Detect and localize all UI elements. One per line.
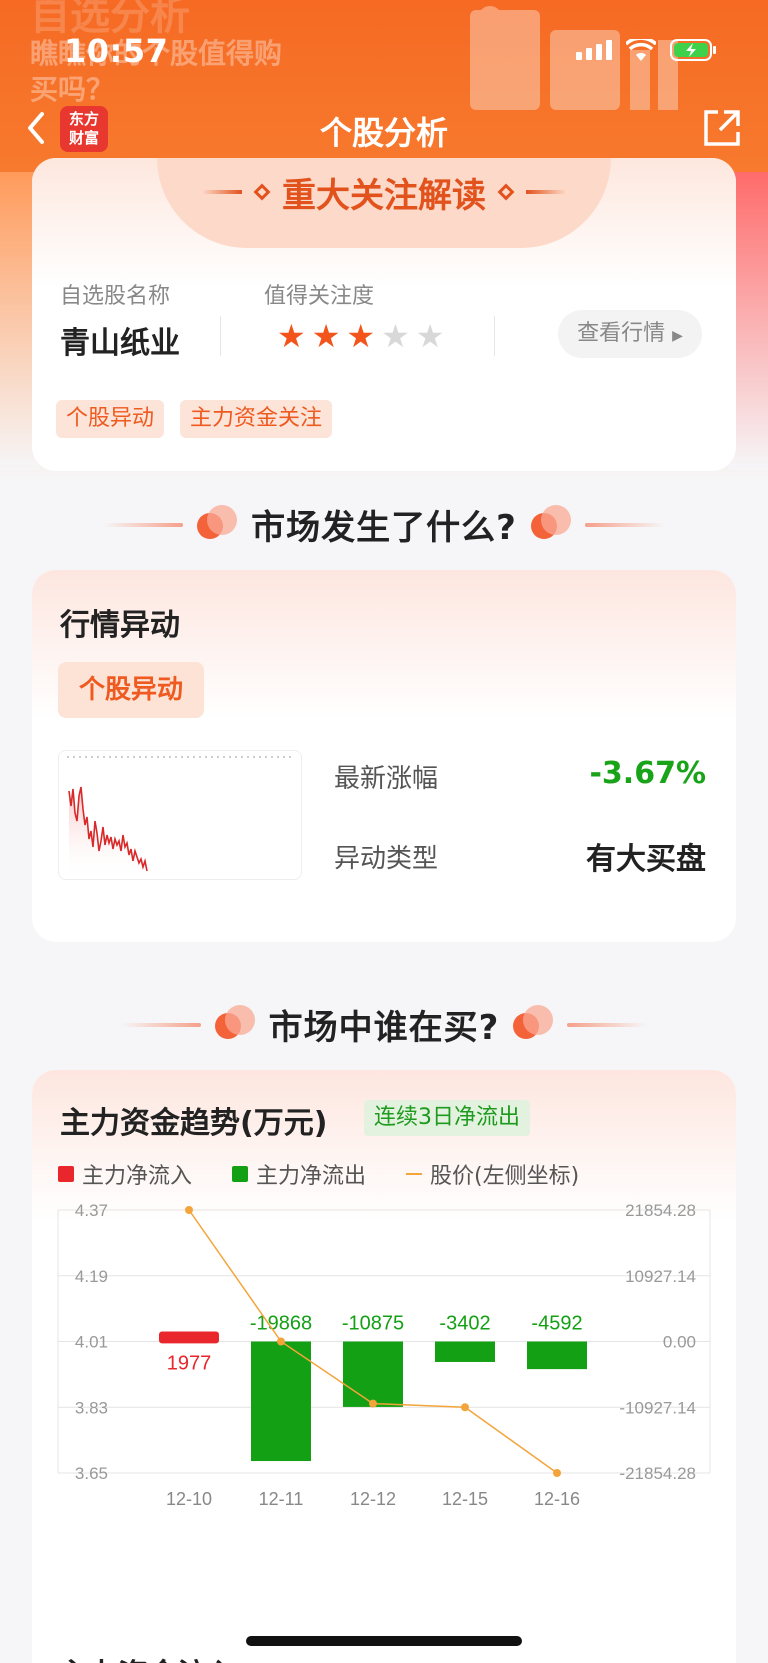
- bar: [343, 1341, 403, 1407]
- right-tick-label: 21854.28: [625, 1201, 696, 1220]
- right-tick-label: 0.00: [663, 1333, 696, 1352]
- movement-card: 行情异动 个股异动 最新涨幅 -3.67% 异动类型 有大买盘: [32, 570, 736, 942]
- outflow-badge: 连续3日净流出: [364, 1100, 530, 1136]
- price-point: [277, 1337, 285, 1346]
- left-tick-label: 4.19: [75, 1267, 108, 1286]
- stock-name: 青山纸业: [60, 326, 180, 361]
- funds-trend-chart[interactable]: 4.37 21854.28 4.19 10927.14 4.01 0.00 3.83 -109…: [32, 1190, 736, 1510]
- x-tick-label: 12-16: [534, 1489, 580, 1509]
- star-filled-icon: ★: [311, 317, 341, 355]
- funds-trend-card: 主力资金趋势(万元) 连续3日净流出 主力净流入 主力净流出 股价(左侧坐标) …: [32, 1070, 736, 1663]
- movement-tag: 个股异动: [58, 662, 204, 718]
- diamond-icon: [497, 183, 515, 201]
- legend-price[interactable]: 股价(左侧坐标): [406, 1158, 579, 1190]
- section-title-buyers: 市场中谁在买?: [0, 1000, 768, 1049]
- bar-value-label: -3402: [439, 1313, 490, 1335]
- movement-type-label: 异动类型: [334, 844, 439, 874]
- bar: [251, 1341, 311, 1462]
- right-tick-label: -21854.28: [619, 1464, 696, 1483]
- section-peek-title: 主力资金流入: [58, 1650, 238, 1663]
- bar: [159, 1331, 219, 1344]
- tag-main-fund: 主力资金关注: [180, 400, 333, 438]
- ball-icon: [513, 1004, 554, 1045]
- page-title: 个股分析: [319, 114, 448, 152]
- wifi-icon: [626, 39, 656, 61]
- signal-icon: [576, 40, 612, 60]
- intraday-mini-chart[interactable]: [58, 750, 302, 880]
- star-filled-icon: ★: [346, 317, 376, 355]
- right-tick-label: -10927.14: [619, 1398, 696, 1417]
- divider: [494, 316, 495, 356]
- price-point: [461, 1403, 469, 1412]
- ball-icon: [197, 504, 238, 545]
- share-icon[interactable]: [700, 106, 744, 150]
- change-value: -3.67%: [589, 756, 706, 791]
- caret-right-icon: ▶: [672, 328, 683, 344]
- star-empty-icon: ★: [381, 317, 410, 355]
- bar-value-label: -10875: [342, 1313, 404, 1335]
- left-tick-label: 4.37: [75, 1201, 108, 1220]
- star-empty-icon: ★: [415, 317, 445, 355]
- left-tick-label: 3.83: [75, 1398, 108, 1417]
- x-tick-label: 12-12: [350, 1489, 396, 1509]
- funds-trend-title: 主力资金趋势(万元): [60, 1106, 328, 1141]
- ornament-left: [202, 190, 242, 194]
- attention-rating: ★ ★ ★ ★ ★: [277, 318, 444, 354]
- price-point: [553, 1469, 561, 1477]
- ball-icon: [214, 1004, 255, 1045]
- ornament-right: [526, 190, 566, 194]
- stock-name-label: 自选股名称: [60, 284, 171, 309]
- status-time: 10:57: [64, 32, 169, 70]
- promo-subline-2: 买吗？: [30, 73, 115, 106]
- bar-value-label: -4592: [531, 1313, 582, 1335]
- focus-card-header: 重大关注解读: [157, 158, 611, 248]
- right-tick-label: 10927.14: [625, 1267, 696, 1286]
- movement-type-value: 有大买盘: [586, 842, 706, 877]
- status-icons: [576, 38, 718, 62]
- x-tick-label: 12-11: [259, 1489, 304, 1509]
- ball-icon: [530, 504, 571, 545]
- bar: [435, 1341, 495, 1362]
- bar: [527, 1341, 587, 1370]
- left-tick-label: 3.65: [75, 1464, 108, 1483]
- diamond-icon: [253, 183, 271, 201]
- x-tick-label: 12-10: [166, 1489, 212, 1509]
- star-filled-icon: ★: [277, 317, 306, 355]
- left-tick-label: 4.01: [75, 1333, 108, 1352]
- x-tick-label: 12-15: [442, 1489, 488, 1509]
- focus-card: 重大关注解读 自选股名称 值得关注度 青山纸业 ★ ★ ★ ★ ★ 查看行情 ▶ 个股异…: [32, 158, 736, 471]
- bar-value-label: -19868: [250, 1313, 312, 1335]
- home-indicator: [246, 1636, 522, 1646]
- attention-label: 值得关注度: [264, 284, 375, 309]
- divider: [220, 316, 221, 356]
- legend-inflow[interactable]: 主力净流入: [58, 1158, 192, 1190]
- price-point: [369, 1399, 377, 1408]
- section-title-market: 市场发生了什么?: [0, 500, 768, 549]
- tag-stock-movement: 个股异动: [56, 400, 165, 438]
- view-quote-button[interactable]: 查看行情 ▶: [558, 310, 702, 358]
- bar-value-label: 1977: [167, 1353, 212, 1375]
- header: 自选分析 瞧瞧你的个股值得购 买吗？ 10:57 东方 财富 个股分析: [0, 0, 768, 172]
- movement-card-title: 行情异动: [60, 608, 180, 643]
- legend-outflow[interactable]: 主力净流出: [232, 1158, 366, 1190]
- change-label: 最新涨幅: [334, 764, 439, 794]
- focus-card-title: 重大关注解读: [282, 175, 486, 216]
- chart-legend: 主力净流入 主力净流出 股价(左侧坐标): [58, 1158, 579, 1190]
- battery-icon: [670, 39, 716, 61]
- price-point: [185, 1206, 193, 1214]
